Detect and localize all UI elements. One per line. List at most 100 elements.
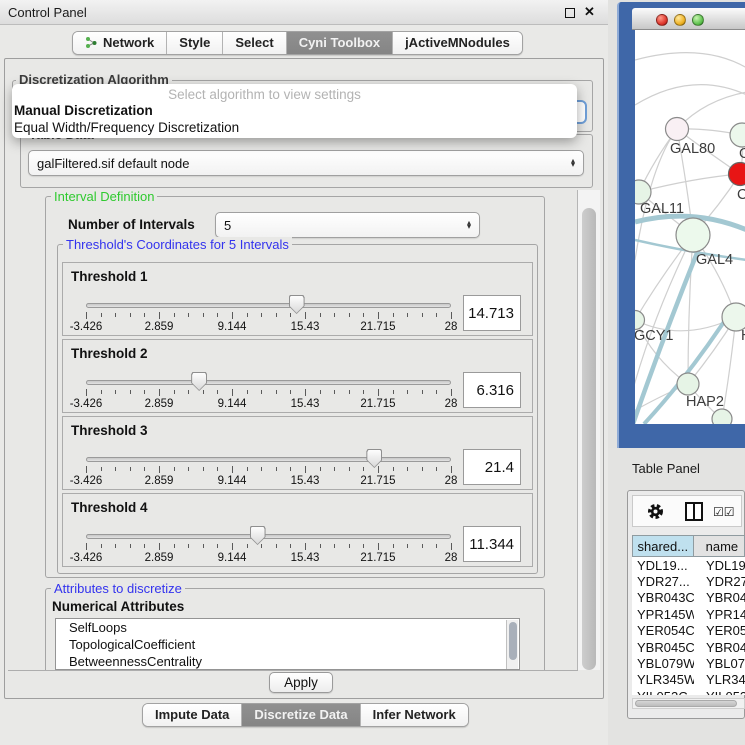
table-data-combobox[interactable]: galFiltered.sif default node ▴▾ [28,150,584,176]
threshold-4-slider[interactable] [86,534,451,539]
node-label-gal4: GAL4 [696,252,733,268]
network-node[interactable] [722,303,745,331]
zoom-traffic-light[interactable] [692,14,704,26]
threshold-2-slider[interactable] [86,380,451,385]
tab-jactivemnodules[interactable]: jActiveMNodules [393,32,522,54]
numerical-attributes-label: Numerical Attributes [52,599,184,614]
threshold-3-ticks [86,466,451,474]
table-row[interactable]: YPR145WYPR145W [632,606,745,622]
table-row[interactable]: YBL079WYBL079W [632,655,745,671]
tab-network[interactable]: Network [73,32,167,54]
threshold-1-slider[interactable] [86,303,451,308]
network-node[interactable] [730,123,745,147]
tab-discretize-data[interactable]: Discretize Data [242,704,360,726]
float-window-icon[interactable] [565,8,575,18]
number-of-intervals-label: Number of Intervals [68,217,195,232]
table-row[interactable]: YDR27...YDR27... [632,573,745,589]
numerical-attributes-list[interactable]: SelfLoops TopologicalCoefficient Between… [55,618,520,670]
table-header-row: shared... name [632,535,745,557]
table-row[interactable]: YER054CYER054C [632,623,745,639]
thresholds-legend: Threshold's Coordinates for 5 Intervals [63,237,292,252]
node-label-gal80: GAL80 [670,141,715,157]
threshold-2-value-field[interactable]: 6.316 [463,372,521,408]
network-node[interactable] [635,311,645,330]
threshold-2-label: Threshold 2 [71,346,148,361]
combo-arrows-icon: ▴▾ [467,221,471,230]
node-label-gal11: GAL11 [640,201,684,217]
table-data-combobox-value: galFiltered.sif default node [37,156,571,171]
network-node[interactable] [712,409,732,424]
tab-style[interactable]: Style [167,32,223,54]
menu-item-manual-discretization[interactable]: Manual Discretization [12,103,577,120]
list-item[interactable]: BetweennessCentrality [56,653,519,670]
tab-impute-data[interactable]: Impute Data [143,704,242,726]
threshold-3-tick-labels: -3.4262.8599.14415.4321.71528 [86,475,451,487]
split-columns-icon[interactable] [685,502,703,521]
attributes-legend: Attributes to discretize [51,581,185,596]
list-item[interactable]: TopologicalCoefficient [56,636,519,653]
network-graph[interactable]: GAL80 G C GAL11 GAL4 GCY1 H HAP2 [635,30,745,424]
table-toolbar: ☑☑ [632,495,742,527]
table-row[interactable]: YLR345WYLR345W [632,672,745,688]
column-header-name[interactable]: name [694,535,745,557]
control-panel-titlebar: Control Panel ✕ [0,0,608,25]
network-window-titlebar[interactable] [632,8,745,30]
control-panel-title: Control Panel [8,5,87,20]
network-node[interactable] [676,218,710,252]
network-canvas[interactable]: GAL80 G C GAL11 GAL4 GCY1 H HAP2 [635,30,745,424]
network-node[interactable] [666,118,689,141]
threshold-1-label: Threshold 1 [71,269,148,284]
number-of-intervals-combobox[interactable]: 5 ▴▾ [215,212,480,238]
threshold-4-ticks [86,543,451,551]
column-header-shared-name[interactable]: shared... [632,535,694,557]
minimize-traffic-light[interactable] [674,14,686,26]
apply-button[interactable]: Apply [269,672,333,693]
bottom-tab-bar: Impute Data Discretize Data Infer Networ… [142,703,469,727]
scrollbar-thumb[interactable] [635,700,737,707]
threshold-3-value-field[interactable]: 21.4 [463,449,521,485]
node-label-partial: H [741,328,745,344]
threshold-1-panel: Threshold 1 -3.4262.8599.14415.4321.7152… [62,262,533,336]
close-icon[interactable]: ✕ [584,4,595,20]
threshold-4-value-field[interactable]: 11.344 [463,526,521,562]
tab-network-label: Network [103,35,154,50]
table-panel-title: Table Panel [632,461,700,476]
threshold-1-value-field[interactable]: 14.713 [463,295,521,331]
threshold-1-ticks [86,312,451,320]
network-icon [85,36,98,49]
algorithm-dropdown-popup: Select algorithm to view settings Manual… [12,84,577,138]
table-row[interactable]: YIL052CYIL052C [632,688,745,695]
node-table[interactable]: shared... name YDL19...YDL19... YDR27...… [632,535,745,695]
threshold-3-label: Threshold 3 [71,423,148,438]
menu-item-equal-width-frequency[interactable]: Equal Width/Frequency Discretization [12,120,577,137]
gear-icon[interactable] [647,503,664,520]
threshold-3-panel: Threshold 3 -3.4262.8599.14415.4321.7152… [62,416,533,490]
threshold-4-label: Threshold 4 [71,500,148,515]
threshold-2-panel: Threshold 2 -3.4262.8599.14415.4321.7152… [62,339,533,413]
table-row[interactable]: YBR043CYBR043C [632,590,745,606]
list-scrollbar[interactable] [506,620,518,670]
table-row[interactable]: YBR045CYBR045C [632,639,745,655]
close-traffic-light[interactable] [656,14,668,26]
scrollbar-thumb[interactable] [582,208,596,670]
panel-scrollbar[interactable] [577,190,600,670]
top-tab-bar: Network Style Select Cyni Toolbox jActiv… [72,31,523,55]
list-item[interactable]: SelfLoops [56,619,519,636]
table-panel-box: ☑☑ shared... name YDL19...YDL19... YDR27… [627,490,745,719]
threshold-4-panel: Threshold 4 -3.4262.8599.14415.4321.7152… [62,493,533,567]
network-node-selected[interactable] [729,163,745,186]
table-horizontal-scrollbar[interactable] [632,698,745,709]
viewport-divider [8,670,578,671]
combo-arrows-icon: ▴▾ [571,159,575,168]
threshold-2-tick-labels: -3.4262.8599.14415.4321.71528 [86,398,451,410]
tab-infer-network[interactable]: Infer Network [361,704,468,726]
network-window[interactable]: GAL80 G C GAL11 GAL4 GCY1 H HAP2 [617,2,745,448]
tab-cyni-toolbox[interactable]: Cyni Toolbox [287,32,393,54]
tab-select[interactable]: Select [223,32,286,54]
checkbox-columns-icon[interactable]: ☑☑ [713,505,735,519]
threshold-3-slider[interactable] [86,457,451,462]
threshold-2-ticks [86,389,451,397]
table-row[interactable]: YDL19...YDL19... [632,557,745,573]
threshold-4-tick-labels: -3.4262.8599.14415.4321.71528 [86,552,451,564]
network-node[interactable] [677,373,699,395]
